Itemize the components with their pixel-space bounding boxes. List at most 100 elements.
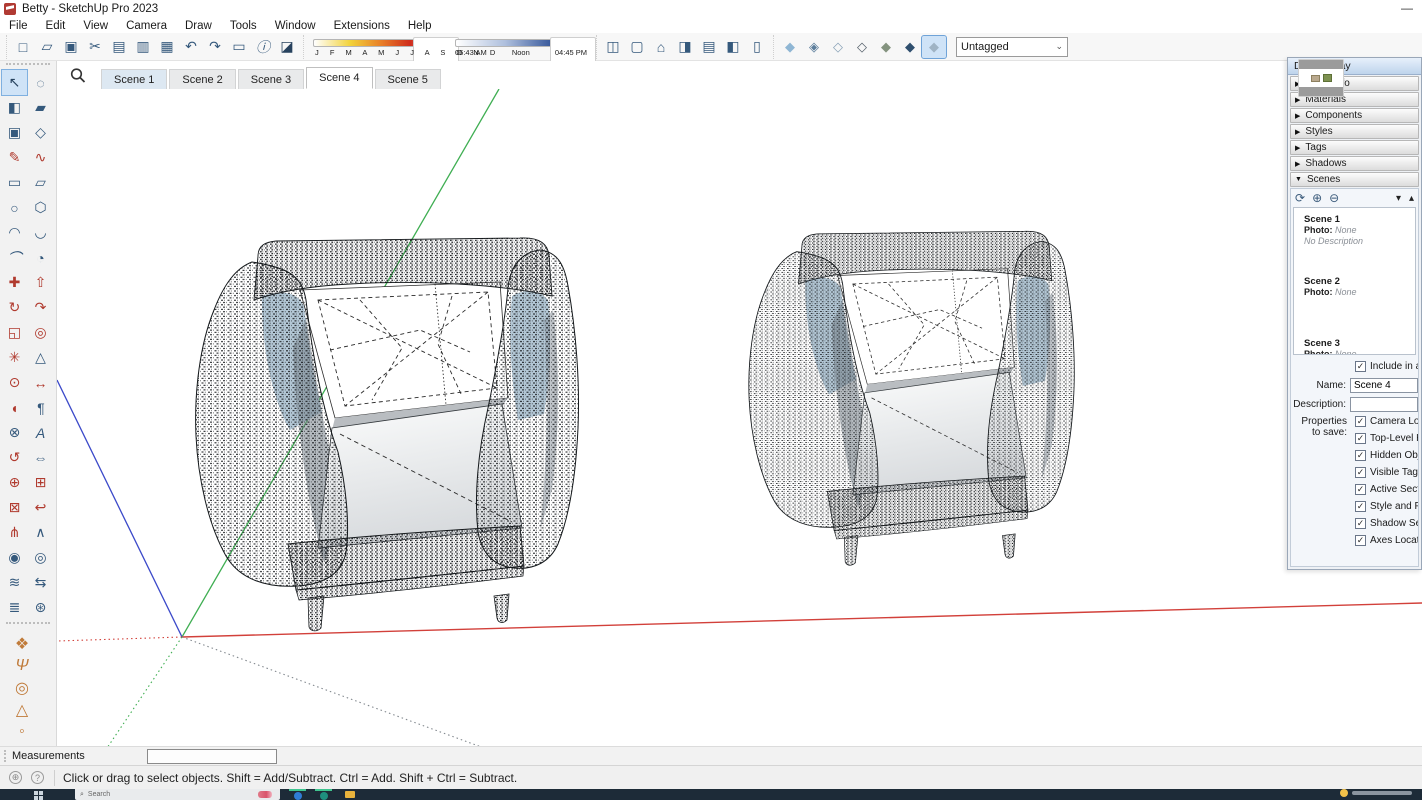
rectangle-tool-button[interactable]: ▭	[2, 170, 27, 195]
cone-light-button[interactable]: △	[8, 699, 36, 721]
look-around-tool-button[interactable]: ◉	[2, 545, 27, 570]
top-view-button[interactable]: ▢	[625, 36, 649, 58]
cut-button[interactable]: ✂	[83, 36, 107, 58]
front-view-button[interactable]: ⌂	[649, 36, 673, 58]
model-info-button[interactable]: ⓘ	[251, 36, 275, 58]
menu-item[interactable]: View	[74, 20, 117, 32]
scene-tab[interactable]: Scene 2	[169, 69, 235, 89]
print-button[interactable]: ▭	[227, 36, 251, 58]
property-checkbox[interactable]: ✓	[1355, 518, 1366, 529]
shadow-date-slider[interactable]: J F M A M J J A S O N D	[313, 36, 445, 58]
swap-tool-button[interactable]: ⇆	[28, 570, 53, 595]
back-edges-style-button[interactable]: ◈	[802, 36, 826, 58]
remove-scene-icon[interactable]: ⊖	[1329, 191, 1339, 205]
wireframe-style-button[interactable]: ◇	[826, 36, 850, 58]
start-button-icon[interactable]	[34, 791, 43, 800]
solid-tools-button[interactable]: △	[28, 345, 53, 370]
redo-button[interactable]: ↷	[203, 36, 227, 58]
paste-button[interactable]: ▥	[131, 36, 155, 58]
property-checkbox[interactable]: ✓	[1355, 484, 1366, 495]
text-tool-button[interactable]: ¶	[28, 395, 53, 420]
three-d-text-tool-button[interactable]: A	[28, 420, 53, 445]
add-scene-icon[interactable]: ⊕	[1312, 191, 1322, 205]
new-document-button[interactable]: □	[11, 36, 35, 58]
scene-tab[interactable]: Scene 5	[375, 69, 441, 89]
two-point-arc-tool-button[interactable]: ◡	[28, 220, 53, 245]
open-button[interactable]: ▱	[35, 36, 59, 58]
menu-item[interactable]: Help	[399, 20, 441, 32]
scene-list-item[interactable]: Scene 3 Photo: None	[1294, 332, 1415, 355]
include-animation-checkbox[interactable]: ✓	[1355, 361, 1366, 372]
section-plane-tool-button[interactable]: ⊗	[2, 420, 27, 445]
undo-button[interactable]: ↶	[179, 36, 203, 58]
offset-tool-button[interactable]: ◎	[28, 320, 53, 345]
delete-button[interactable]: ▦	[155, 36, 179, 58]
property-checkbox[interactable]: ✓	[1355, 501, 1366, 512]
layers-stack-tool-button[interactable]: ≣	[2, 595, 27, 620]
shadows-toggle-button[interactable]: ◪	[275, 36, 299, 58]
move-tool-button[interactable]: ✚	[2, 270, 27, 295]
tray-section-header[interactable]: ▶ Styles	[1290, 124, 1419, 139]
iso-view-button[interactable]: ◫	[601, 36, 625, 58]
omni-light-button[interactable]: ◎	[8, 677, 36, 699]
rotated-rectangle-tool-button[interactable]: ▱	[28, 170, 53, 195]
taskbar-app-teams[interactable]	[315, 789, 332, 800]
arc-tool-button[interactable]: ◠	[2, 220, 27, 245]
push-pull-tool-button[interactable]: ⇧	[28, 270, 53, 295]
zoom-previous-tool-button[interactable]: ↩	[28, 495, 53, 520]
textured-style-button[interactable]: ◆	[898, 36, 922, 58]
xray-style-button[interactable]: ◆	[778, 36, 802, 58]
menu-item[interactable]: Extensions	[325, 20, 399, 32]
menu-item[interactable]: Draw	[176, 20, 221, 32]
show-details-icon[interactable]: ▾	[1396, 193, 1401, 204]
walk-tool-button[interactable]: ∧	[28, 520, 53, 545]
pie-tool-button[interactable]: ◔	[28, 245, 53, 270]
zoom-window-tool-button[interactable]: ⊞	[28, 470, 53, 495]
scene-list[interactable]: Scene 1 Photo: None No Description	[1293, 207, 1416, 355]
follow-me-tool-button[interactable]: ↷	[28, 295, 53, 320]
taskbar-search-box[interactable]: ⌕ Search	[75, 789, 280, 800]
back-view-button[interactable]: ▤	[697, 36, 721, 58]
property-checkbox[interactable]: ✓	[1355, 433, 1366, 444]
soften-edges-tool-button[interactable]: ≋	[2, 570, 27, 595]
property-checkbox[interactable]: ✓	[1355, 450, 1366, 461]
property-checkbox[interactable]: ✓	[1355, 535, 1366, 546]
menu-item[interactable]: Tools	[221, 20, 266, 32]
line-tool-button[interactable]: ✎	[2, 145, 27, 170]
tag-tool-button[interactable]: ◇	[28, 120, 53, 145]
axes-tool-button[interactable]: ✳	[2, 345, 27, 370]
zoom-extents-tool-button[interactable]: ⊠	[2, 495, 27, 520]
scene-list-item[interactable]: Scene 1 Photo: None No Description	[1294, 208, 1415, 270]
circle-tool-button[interactable]: ○	[2, 195, 27, 220]
scale-tool-button[interactable]: ◱	[2, 320, 27, 345]
measurements-input[interactable]	[147, 749, 277, 764]
tape-measure-tool-button[interactable]: ⊙	[2, 370, 27, 395]
minimize-button[interactable]: —	[1398, 2, 1416, 16]
help-icon[interactable]: ?	[31, 771, 44, 784]
scene-tab[interactable]: Scene 1	[101, 69, 167, 89]
dimension-tool-button[interactable]: ↔	[28, 370, 53, 395]
protractor-tool-button[interactable]: ◖	[2, 395, 27, 420]
hide-details-icon[interactable]: ▴	[1409, 193, 1414, 204]
position-camera-tool-button[interactable]: ⋔	[2, 520, 27, 545]
select-tool-button[interactable]: ↖	[2, 70, 27, 95]
save-button[interactable]: ▣	[59, 36, 83, 58]
armchair-model-left[interactable]	[196, 238, 579, 631]
menu-item[interactable]: Camera	[117, 20, 176, 32]
scene-description-input[interactable]	[1350, 397, 1418, 412]
menu-item[interactable]: Window	[266, 20, 325, 32]
armchair-model-right[interactable]	[749, 231, 1074, 565]
area-light-button[interactable]: ◦	[8, 721, 36, 743]
right-view-button[interactable]: ◨	[673, 36, 697, 58]
shadow-time-slider[interactable]: 06:43 AM Noon 04:45 PM	[455, 36, 587, 58]
paint-bucket-tool-button[interactable]: ◧	[2, 95, 27, 120]
freehand-tool-button[interactable]: ∿	[28, 145, 53, 170]
tag-dropdown[interactable]: Untagged ⌄	[956, 37, 1068, 57]
bottom-view-button[interactable]: ▯	[745, 36, 769, 58]
polygon-tool-button[interactable]: ⬡	[28, 195, 53, 220]
palette-drag-handle-2[interactable]	[6, 622, 50, 627]
property-checkbox[interactable]: ✓	[1355, 416, 1366, 427]
scene-light-manager-button[interactable]: ❖	[8, 633, 36, 655]
pan-tool-button[interactable]: ⇔	[28, 445, 53, 470]
spotlight-button[interactable]: Ψ	[8, 655, 36, 677]
